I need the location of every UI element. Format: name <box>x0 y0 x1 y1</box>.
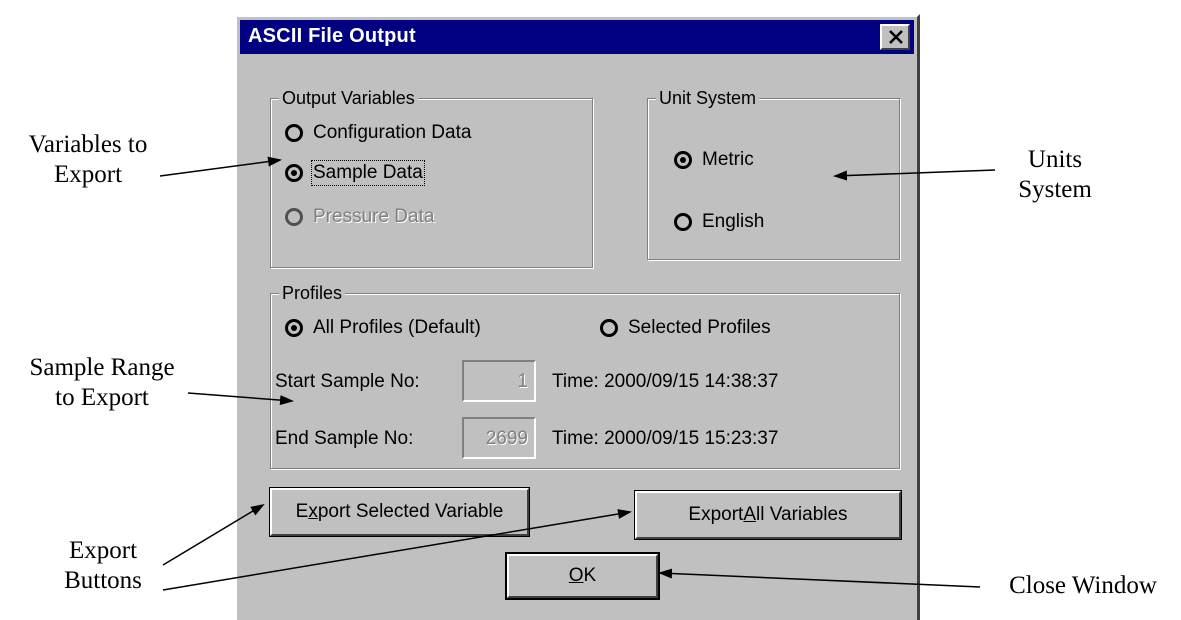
arrow-units <box>833 169 996 181</box>
arrow-export-selected <box>162 503 265 566</box>
arrow-sample-range <box>187 392 294 406</box>
arrow-variables <box>159 156 282 177</box>
callout-arrows <box>159 156 996 591</box>
arrow-close-window <box>658 568 981 588</box>
